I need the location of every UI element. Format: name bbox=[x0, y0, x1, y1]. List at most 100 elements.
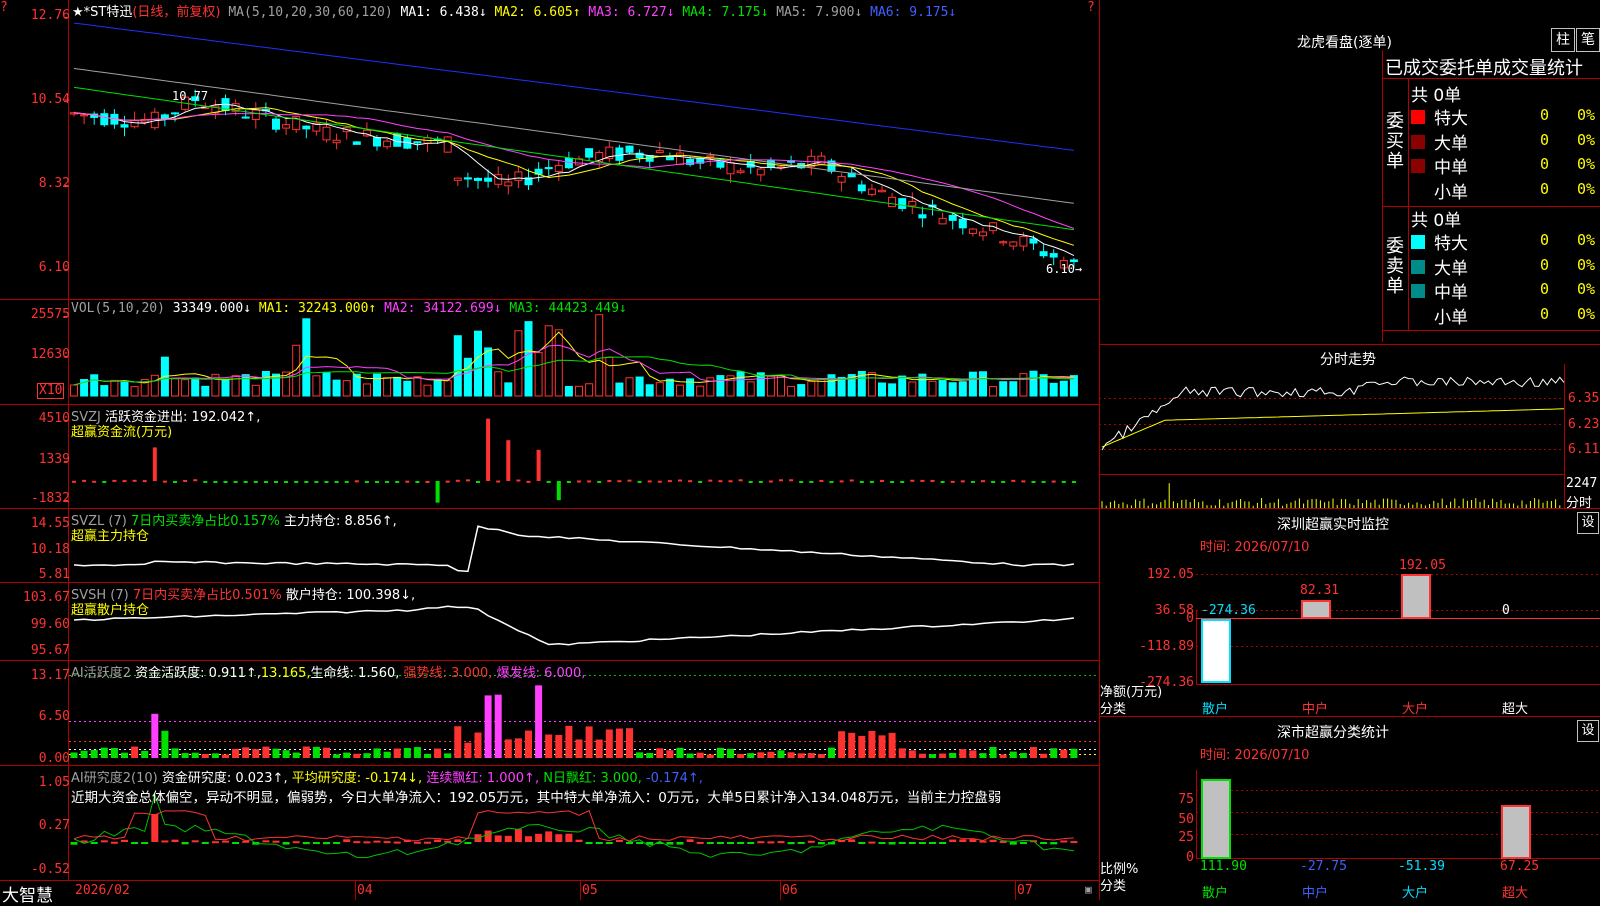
flow-bar bbox=[122, 480, 127, 483]
flow-bar bbox=[193, 479, 198, 482]
flow-bar bbox=[859, 481, 864, 483]
candle-body bbox=[160, 114, 169, 120]
sz-settings-button[interactable]: 设 bbox=[1577, 512, 1599, 534]
y-tick: 12630 bbox=[30, 347, 70, 362]
svzl-sub: 超赢主力持仓 bbox=[71, 529, 150, 544]
research-bar bbox=[383, 841, 391, 844]
research-bar bbox=[555, 834, 563, 842]
activity-bar bbox=[666, 750, 674, 758]
flow-bar bbox=[415, 481, 420, 483]
activity-bar bbox=[151, 713, 159, 758]
volume-bar bbox=[181, 379, 190, 397]
flow-bar bbox=[405, 480, 410, 483]
sell-row-count: 0 bbox=[1540, 280, 1550, 298]
activity-bar bbox=[413, 747, 421, 758]
research-bar bbox=[696, 841, 704, 844]
buy-row-count: 0 bbox=[1540, 130, 1550, 149]
lock-icon[interactable]: ▣ bbox=[1085, 883, 1092, 896]
svsh-extra: 散户持仓: 100.398↓, bbox=[285, 588, 416, 603]
ma4-value: MA4: 7.175↓ bbox=[682, 5, 769, 20]
flow-bar bbox=[920, 479, 925, 482]
low-price-label: 6.10→ bbox=[1046, 262, 1083, 276]
activity-bar bbox=[70, 752, 78, 758]
volume-bar bbox=[1059, 380, 1068, 397]
research-bar bbox=[353, 841, 361, 844]
candle-body bbox=[514, 171, 523, 181]
ai2-a: 资金研究度: 0.023↑, bbox=[161, 771, 288, 786]
sell-total: 共 0单 bbox=[1411, 211, 1462, 231]
menu-icon[interactable]: ? bbox=[0, 0, 8, 15]
candle-body bbox=[585, 148, 594, 158]
y-tick: 95.67 bbox=[30, 643, 70, 658]
tick-mode-button[interactable]: 笔 bbox=[1576, 28, 1600, 52]
volume-bar bbox=[746, 381, 755, 397]
sell-row-pct: 0% bbox=[1577, 255, 1596, 274]
activity-bar bbox=[302, 746, 310, 758]
research-bar bbox=[292, 841, 300, 844]
volume-bar bbox=[433, 379, 442, 397]
volume-bar bbox=[635, 376, 644, 397]
volume-bar bbox=[878, 382, 886, 397]
corner-icon[interactable]: ? bbox=[1087, 0, 1095, 15]
activity-bar bbox=[393, 748, 401, 758]
sz-tick: 0 bbox=[1186, 611, 1194, 626]
activity-bar bbox=[908, 750, 916, 758]
activity-bar bbox=[787, 752, 795, 758]
flow-bar bbox=[476, 481, 480, 483]
candle-body bbox=[130, 120, 139, 128]
sz-value: 0 bbox=[1502, 603, 1510, 618]
sz-xlabel: 分类 bbox=[1100, 702, 1127, 717]
activity-bar bbox=[828, 747, 835, 758]
volume-bar bbox=[130, 386, 139, 397]
activity-bar bbox=[373, 748, 381, 758]
research-red-line bbox=[73, 810, 1074, 842]
sell-row-label: 大单 bbox=[1434, 258, 1468, 279]
research-bar bbox=[1060, 840, 1068, 843]
candle-body bbox=[302, 125, 311, 130]
activity-bar bbox=[252, 749, 260, 758]
vol-header: VOL(5,10,20) 33349.000↓ MA1: 32243.000↑ … bbox=[71, 301, 627, 316]
buy-row-count: 0 bbox=[1540, 106, 1550, 124]
candle-body bbox=[544, 167, 553, 170]
candle-body bbox=[888, 196, 897, 208]
sz-tick: 192.05 bbox=[1147, 567, 1194, 582]
ai2-commentary: 近期大资金总体偏空，异动不明显，偏弱势，今日大单净流入：192.05万元，其中特… bbox=[71, 790, 1002, 806]
stock-name[interactable]: ★*ST特迅 bbox=[72, 5, 132, 20]
period-mode[interactable]: (日线，前复权) bbox=[132, 5, 220, 20]
bar-mode-button[interactable]: 柱 bbox=[1551, 28, 1575, 52]
activity-bar bbox=[595, 739, 603, 758]
research-bar bbox=[413, 841, 421, 844]
research-bar bbox=[323, 842, 330, 845]
intraday-price-line bbox=[1101, 376, 1565, 451]
volume-bar bbox=[171, 378, 179, 397]
y-tick: 6.50 bbox=[38, 709, 70, 724]
activity-bar bbox=[454, 726, 462, 758]
activity-bar bbox=[1060, 749, 1068, 758]
activity-bar bbox=[1009, 751, 1017, 758]
candle-body bbox=[665, 155, 674, 161]
ma5-value: MA5: 7.900↓ bbox=[776, 5, 863, 20]
sz-tick: -118.89 bbox=[1139, 639, 1194, 654]
flow-bar bbox=[819, 479, 824, 482]
y-tick: 10.18 bbox=[30, 542, 70, 557]
app-logo[interactable]: 大智慧 bbox=[2, 881, 53, 906]
buy-row-count: 0 bbox=[1540, 155, 1550, 173]
flow-bar bbox=[213, 481, 218, 483]
buy-row-pct: 0% bbox=[1577, 130, 1596, 149]
research-bar bbox=[969, 839, 977, 842]
svsh-desc: 7日内买卖净占比0.501% bbox=[132, 588, 282, 603]
sz-value: 192.05 bbox=[1399, 558, 1446, 573]
sc-cat: 大户 bbox=[1402, 886, 1429, 901]
research-bar bbox=[868, 841, 876, 844]
ai1-b: 13.165, bbox=[260, 666, 311, 681]
candle-body bbox=[867, 188, 876, 195]
flow-bar bbox=[627, 479, 632, 482]
volume-bar bbox=[716, 375, 725, 397]
sc-settings-button[interactable]: 设 bbox=[1577, 720, 1599, 742]
flow-bar bbox=[799, 481, 804, 483]
sell-row-count: 0 bbox=[1540, 231, 1550, 249]
flow-bar bbox=[354, 480, 359, 483]
activity-bar bbox=[575, 739, 583, 758]
buy-row-count: 0 bbox=[1540, 179, 1550, 198]
ai2-header: AI研究度2(10) 资金研究度: 0.023↑, 平均研究度: -0.174↓… bbox=[71, 767, 703, 786]
